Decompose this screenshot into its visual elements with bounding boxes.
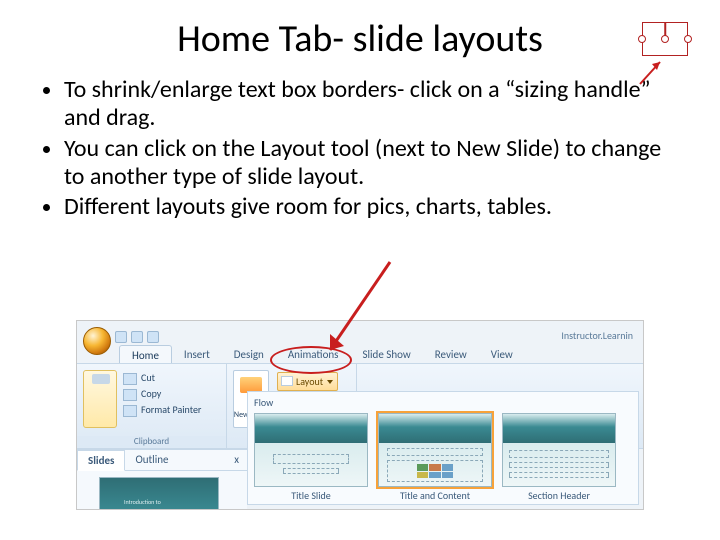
thumb-label: Title and Content [378, 489, 492, 502]
bullet-item: Different layouts give room for pics, ch… [64, 193, 680, 221]
qat-redo-icon[interactable] [147, 331, 159, 343]
tab-review[interactable]: Review [423, 345, 479, 364]
slide-title: Home Tab- slide layouts [0, 0, 720, 70]
tab-slide-show[interactable]: Slide Show [350, 345, 422, 364]
paste-button[interactable] [83, 370, 117, 428]
quick-access-toolbar[interactable] [115, 331, 159, 343]
layout-button[interactable]: Layout [277, 372, 338, 391]
tab-design[interactable]: Design [222, 345, 276, 364]
clipboard-group: Cut Copy Format Painter Clipboard [77, 364, 227, 448]
tab-insert[interactable]: Insert [172, 345, 222, 364]
group-label: Clipboard [77, 436, 226, 447]
pane-tab-outline[interactable]: Outline [125, 450, 178, 470]
pane-close-button[interactable]: x [226, 450, 247, 470]
office-button-icon[interactable] [83, 327, 111, 355]
thumb-label: Section Header [502, 489, 616, 502]
gallery-theme-title: Flow [254, 396, 632, 409]
slide-thumbnail-text: Introduction to [124, 498, 161, 506]
bullet-list: To shrink/enlarge text box borders- clic… [0, 70, 720, 222]
layout-thumb-title-slide[interactable]: Title Slide [254, 413, 368, 502]
format-painter-button[interactable]: Format Painter [123, 402, 201, 418]
qat-undo-icon[interactable] [131, 331, 143, 343]
ribbon-tabs: Home Insert Design Animations Slide Show… [119, 345, 525, 364]
layout-gallery: Flow Title Slide Title and Content Secti… [247, 391, 639, 505]
tab-view[interactable]: View [479, 345, 525, 364]
layout-thumb-section-header[interactable]: Section Header [502, 413, 616, 502]
pane-tab-slides[interactable]: Slides [77, 450, 125, 471]
qat-save-icon[interactable] [115, 331, 127, 343]
thumb-label: Title Slide [254, 489, 368, 502]
slide-thumbnail[interactable]: Introduction to [99, 477, 219, 510]
sizing-handle-diagram [642, 22, 688, 56]
tab-home[interactable]: Home [119, 345, 172, 364]
document-title-text: Instructor.Learnin [561, 329, 633, 342]
cut-button[interactable]: Cut [123, 370, 201, 386]
layout-thumb-title-and-content[interactable]: Title and Content [378, 413, 492, 502]
bullet-item: You can click on the Layout tool (next t… [64, 135, 680, 192]
slides-outline-pane: Slides Outline x 1 Introduction to [77, 449, 247, 509]
bullet-item: To shrink/enlarge text box borders- clic… [64, 76, 680, 133]
tab-animations[interactable]: Animations [276, 345, 351, 364]
copy-button[interactable]: Copy [123, 386, 201, 402]
powerpoint-ribbon-screenshot: Instructor.Learnin Home Insert Design An… [76, 320, 644, 510]
